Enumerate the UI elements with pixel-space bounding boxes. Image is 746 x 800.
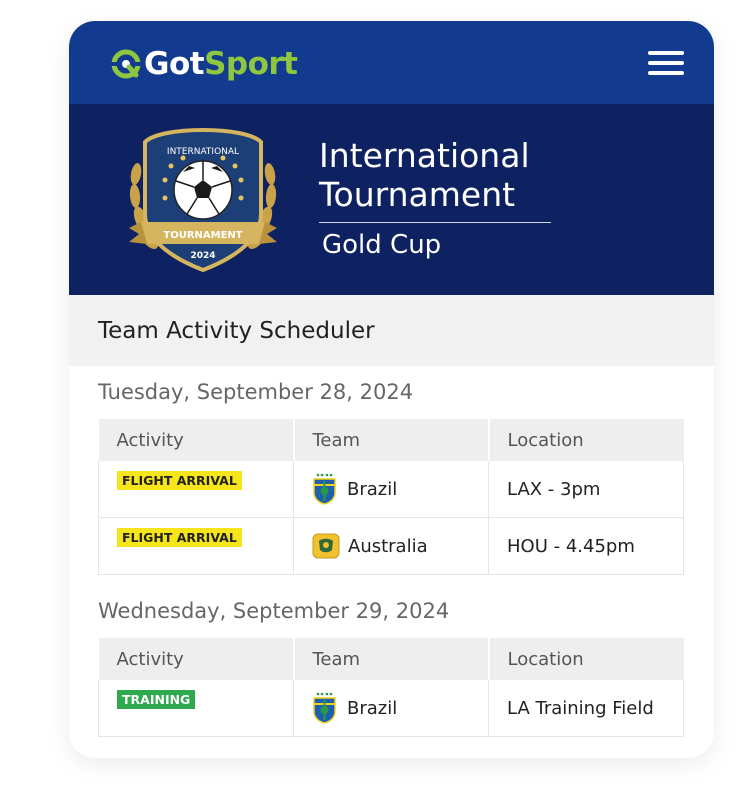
gotsport-logo[interactable]: GotSport <box>109 45 298 83</box>
day-date: Wednesday, September 29, 2024 <box>98 599 450 623</box>
australia-crest-icon <box>312 533 340 559</box>
activity-cell: FLIGHT ARRIVAL <box>98 461 294 518</box>
column-header-location[interactable]: Location <box>488 638 684 680</box>
hamburger-menu-icon[interactable] <box>648 51 684 77</box>
table-row[interactable]: FLIGHT ARRIVAL Australia HOU - 4.45pm <box>98 517 684 575</box>
team-cell: Brazil <box>293 461 489 518</box>
app-card: GotSport INTERNATIONAL TOURNAMENT 2024 I… <box>69 21 714 758</box>
location-cell: LA Training Field <box>488 680 684 737</box>
table-header-row: Activity Team Location <box>98 638 684 680</box>
activity-tag: TRAINING <box>117 690 196 709</box>
schedule-table: Activity Team Location FLIGHT ARRIVAL Br… <box>98 419 684 575</box>
day-section: Wednesday, September 29, 2024 Activity T… <box>98 599 685 737</box>
scheduler-heading: Team Activity Scheduler <box>69 295 714 366</box>
day-section: Tuesday, September 28, 2024 Activity Tea… <box>98 380 685 575</box>
top-bar: GotSport <box>69 21 714 104</box>
column-header-activity[interactable]: Activity <box>98 419 295 461</box>
logo-wordmark: GotSport <box>144 46 298 82</box>
activity-tag: FLIGHT ARRIVAL <box>117 471 242 490</box>
location-cell: LAX - 3pm <box>488 461 684 518</box>
brazil-crest-icon <box>313 473 336 505</box>
svg-text:INTERNATIONAL: INTERNATIONAL <box>167 147 239 157</box>
team-name: Brazil <box>347 478 398 500</box>
team-name: Brazil <box>347 697 398 719</box>
schedule-table: Activity Team Location TRAINING Brazil L… <box>98 638 684 737</box>
column-header-team[interactable]: Team <box>293 419 490 461</box>
svg-text:2024: 2024 <box>190 251 215 261</box>
table-row[interactable]: TRAINING Brazil LA Training Field <box>98 680 684 737</box>
tournament-subtitle: Gold Cup <box>322 230 442 260</box>
activity-cell: TRAINING <box>98 680 294 737</box>
team-name: Australia <box>348 535 428 557</box>
location-cell: HOU - 4.45pm <box>488 517 684 575</box>
tournament-title: International Tournament <box>319 136 551 223</box>
team-cell: Australia <box>293 517 489 575</box>
activity-cell: FLIGHT ARRIVAL <box>98 517 294 575</box>
column-header-team[interactable]: Team <box>293 638 490 680</box>
gotsport-logo-icon <box>109 49 143 79</box>
tournament-badge: INTERNATIONAL TOURNAMENT 2024 <box>129 127 277 273</box>
table-header-row: Activity Team Location <box>98 419 684 461</box>
brazil-crest-icon <box>313 692 336 724</box>
team-cell: Brazil <box>293 680 489 737</box>
column-header-activity[interactable]: Activity <box>98 638 295 680</box>
column-header-location[interactable]: Location <box>488 419 684 461</box>
tournament-hero: INTERNATIONAL TOURNAMENT 2024 Internatio… <box>69 104 714 295</box>
day-date: Tuesday, September 28, 2024 <box>98 380 414 404</box>
table-row[interactable]: FLIGHT ARRIVAL Brazil LAX - 3pm <box>98 461 684 518</box>
activity-tag: FLIGHT ARRIVAL <box>117 528 242 547</box>
svg-text:TOURNAMENT: TOURNAMENT <box>163 230 242 241</box>
